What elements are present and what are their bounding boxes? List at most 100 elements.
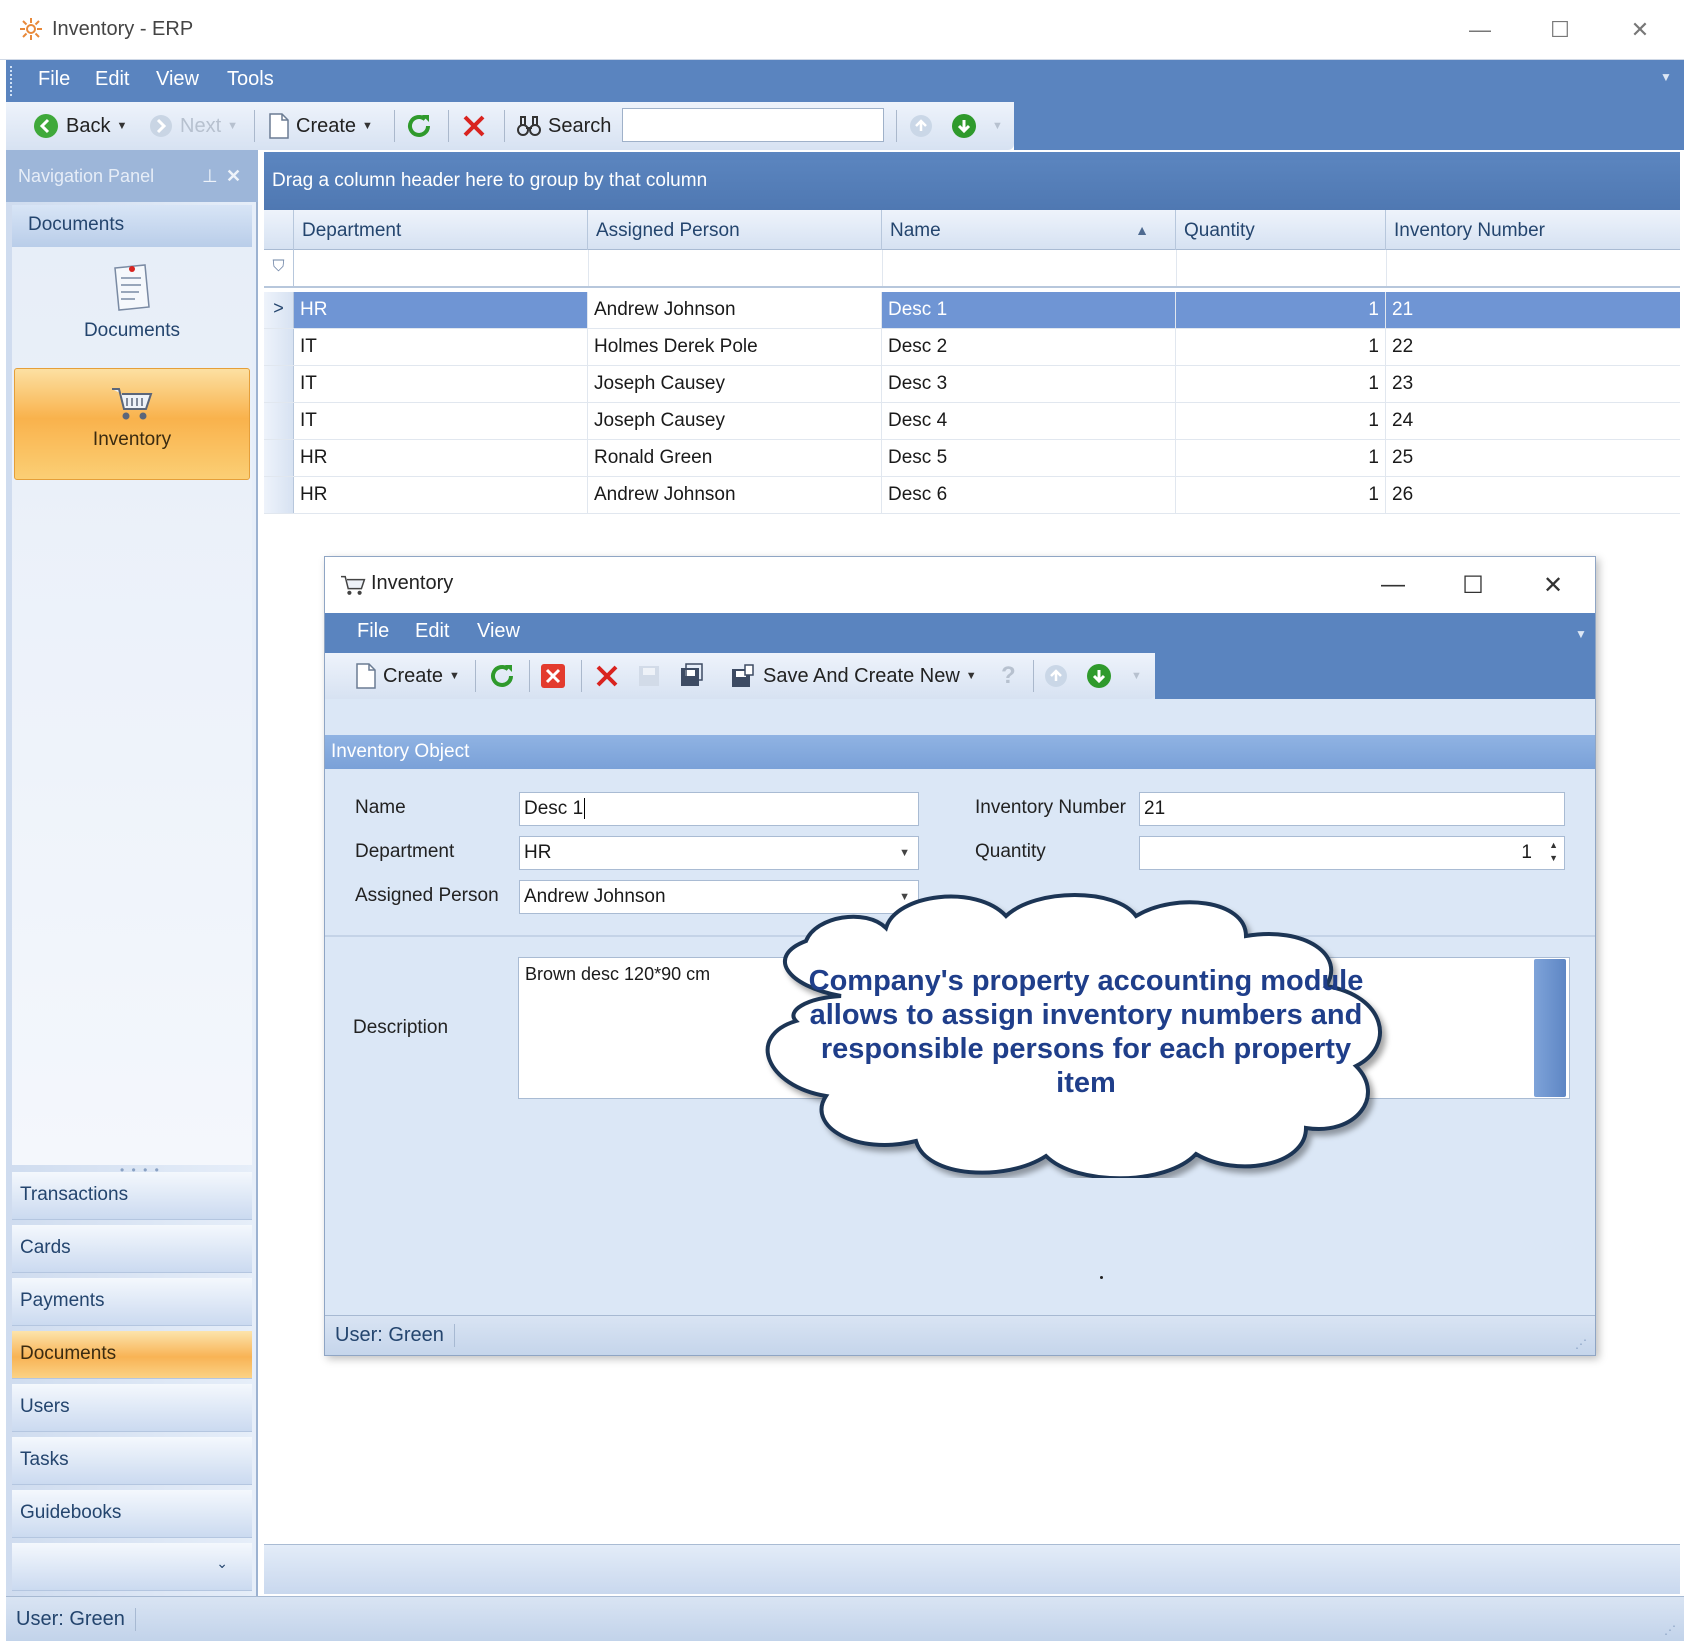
menu-edit[interactable]: Edit	[95, 68, 129, 91]
dialog-next-record-button[interactable]	[1085, 660, 1113, 692]
cell-inventory-number[interactable]: 25	[1386, 440, 1680, 476]
spin-arrows-icon[interactable]: ▲ ▼	[1549, 839, 1558, 865]
cell-quantity[interactable]: 1	[1176, 292, 1386, 328]
resize-grip-icon[interactable]: ⋰	[1664, 1623, 1676, 1637]
back-button[interactable]: Back ▼	[32, 110, 127, 142]
table-row[interactable]: IT Holmes Derek Pole Desc 2 1 22	[264, 329, 1680, 366]
cell-assigned-person[interactable]: Joseph Causey	[588, 366, 882, 402]
chevron-down-icon[interactable]: ▼	[899, 847, 910, 859]
quantity-stepper[interactable]: 1 ▲ ▼	[1139, 836, 1565, 870]
cell-department[interactable]: HR	[294, 477, 588, 513]
cell-quantity[interactable]: 1	[1176, 403, 1386, 439]
cell-quantity[interactable]: 1	[1176, 366, 1386, 402]
nav-button-documents[interactable]: Documents	[12, 1331, 252, 1379]
nav-button-cards[interactable]: Cards	[12, 1225, 252, 1273]
save-new-dropdown-icon[interactable]: ▼	[966, 670, 977, 682]
pin-icon[interactable]: ⊥	[202, 166, 226, 187]
nav-tile-inventory[interactable]: Inventory	[14, 368, 250, 480]
cell-name[interactable]: Desc 4	[882, 403, 1176, 439]
next-button[interactable]: Next ▼	[148, 110, 238, 142]
search-input[interactable]	[622, 108, 884, 142]
cell-name[interactable]: Desc 1	[882, 292, 1176, 328]
close-panel-icon[interactable]: ✕	[226, 166, 258, 187]
dialog-menubar-overflow-icon[interactable]: ▼	[1575, 627, 1587, 641]
create-button[interactable]: Create ▼	[268, 110, 373, 142]
cell-assigned-person[interactable]: Joseph Causey	[588, 403, 882, 439]
column-header-department[interactable]: Department	[294, 210, 588, 250]
cell-name[interactable]: Desc 6	[882, 477, 1176, 513]
dialog-create-dropdown-icon[interactable]: ▼	[449, 670, 460, 682]
column-header-inventory-number[interactable]: Inventory Number	[1386, 210, 1680, 250]
dialog-create-button[interactable]: Create ▼	[355, 660, 460, 692]
back-dropdown-icon[interactable]: ▼	[116, 120, 127, 132]
save-and-create-new-button[interactable]: Save And Create New ▼	[729, 660, 977, 692]
cell-quantity[interactable]: 1	[1176, 477, 1386, 513]
description-scrollbar[interactable]	[1534, 959, 1566, 1097]
nav-button-payments[interactable]: Payments	[12, 1278, 252, 1326]
dialog-menu-file[interactable]: File	[357, 620, 389, 643]
cell-assigned-person[interactable]: Holmes Derek Pole	[588, 329, 882, 365]
menu-view[interactable]: View	[156, 68, 199, 91]
nav-overflow-chevron-icon[interactable]: ⌄	[12, 1543, 252, 1591]
cell-name[interactable]: Desc 3	[882, 366, 1176, 402]
cell-quantity[interactable]: 1	[1176, 440, 1386, 476]
dialog-menu-edit[interactable]: Edit	[415, 620, 449, 643]
group-by-panel[interactable]: Drag a column header here to group by th…	[264, 152, 1680, 210]
create-dropdown-icon[interactable]: ▼	[362, 120, 373, 132]
filter-funnel-icon[interactable]: ⛉	[264, 250, 294, 286]
search-button[interactable]: Search	[516, 110, 611, 142]
department-select[interactable]: HR ▼	[519, 836, 919, 870]
next-dropdown-icon[interactable]: ▼	[227, 120, 238, 132]
inventory-number-field[interactable]: 21	[1139, 792, 1565, 826]
cell-inventory-number[interactable]: 26	[1386, 477, 1680, 513]
dialog-maximize-button[interactable]: ☐	[1453, 567, 1493, 603]
cell-department[interactable]: HR	[294, 440, 588, 476]
dialog-close-form-button[interactable]	[539, 660, 567, 692]
cell-department[interactable]: IT	[294, 366, 588, 402]
cell-department[interactable]: HR	[294, 292, 588, 328]
dialog-refresh-button[interactable]	[487, 660, 517, 692]
nav-button-users[interactable]: Users	[12, 1384, 252, 1432]
menu-file[interactable]: File	[38, 68, 70, 91]
menubar-overflow-icon[interactable]: ▼	[1660, 70, 1672, 84]
dialog-menu-view[interactable]: View	[477, 620, 520, 643]
table-row[interactable]: HR Andrew Johnson Desc 6 1 26	[264, 477, 1680, 514]
next-record-button[interactable]	[950, 110, 978, 142]
cell-department[interactable]: IT	[294, 403, 588, 439]
cell-quantity[interactable]: 1	[1176, 329, 1386, 365]
column-header-name[interactable]: Name ▲	[882, 210, 1176, 250]
dialog-help-button[interactable]: ?	[1001, 660, 1016, 692]
auto-filter-row[interactable]: ⛉	[264, 250, 1680, 288]
minimize-button[interactable]: —	[1460, 14, 1500, 46]
menu-tools[interactable]: Tools	[227, 68, 274, 91]
dialog-save-button[interactable]	[637, 660, 661, 692]
column-header-assigned-person[interactable]: Assigned Person	[588, 210, 882, 250]
cell-inventory-number[interactable]: 21	[1386, 292, 1680, 328]
cell-assigned-person[interactable]: Andrew Johnson	[588, 292, 882, 328]
resize-grip-icon[interactable]: ⋰	[1575, 1337, 1587, 1351]
dialog-previous-record-button[interactable]	[1043, 660, 1069, 692]
dialog-close-button[interactable]: ✕	[1533, 567, 1573, 603]
dialog-minimize-button[interactable]: —	[1373, 567, 1413, 603]
dialog-toolbar-overflow-icon[interactable]: ▼	[1131, 660, 1142, 692]
maximize-button[interactable]: ☐	[1540, 14, 1580, 46]
table-row[interactable]: HR Ronald Green Desc 5 1 25	[264, 440, 1680, 477]
previous-record-button[interactable]	[908, 110, 934, 142]
cell-inventory-number[interactable]: 23	[1386, 366, 1680, 402]
cell-assigned-person[interactable]: Ronald Green	[588, 440, 882, 476]
close-button[interactable]: ✕	[1620, 14, 1660, 46]
cell-assigned-person[interactable]: Andrew Johnson	[588, 477, 882, 513]
cell-inventory-number[interactable]: 22	[1386, 329, 1680, 365]
delete-button[interactable]	[460, 110, 488, 142]
nav-button-guidebooks[interactable]: Guidebooks	[12, 1490, 252, 1538]
table-row[interactable]: IT Joseph Causey Desc 4 1 24	[264, 403, 1680, 440]
dialog-save-close-button[interactable]	[677, 660, 705, 692]
name-field[interactable]: Desc 1	[519, 792, 919, 826]
column-header-quantity[interactable]: Quantity	[1176, 210, 1386, 250]
table-row[interactable]: IT Joseph Causey Desc 3 1 23	[264, 366, 1680, 403]
nav-tile-documents[interactable]: Documents	[14, 262, 250, 362]
cell-inventory-number[interactable]: 24	[1386, 403, 1680, 439]
refresh-button[interactable]	[404, 110, 434, 142]
toolbar-overflow-icon[interactable]: ▼	[992, 110, 1003, 142]
cell-name[interactable]: Desc 5	[882, 440, 1176, 476]
